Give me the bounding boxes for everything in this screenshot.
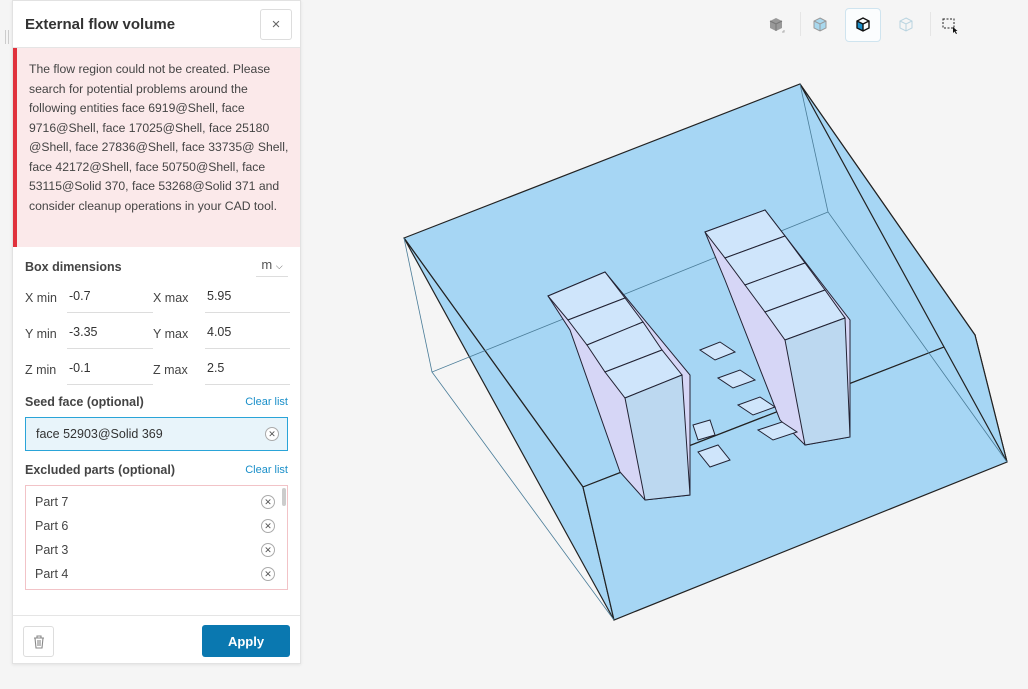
3d-viewport[interactable]: [0, 0, 1028, 689]
